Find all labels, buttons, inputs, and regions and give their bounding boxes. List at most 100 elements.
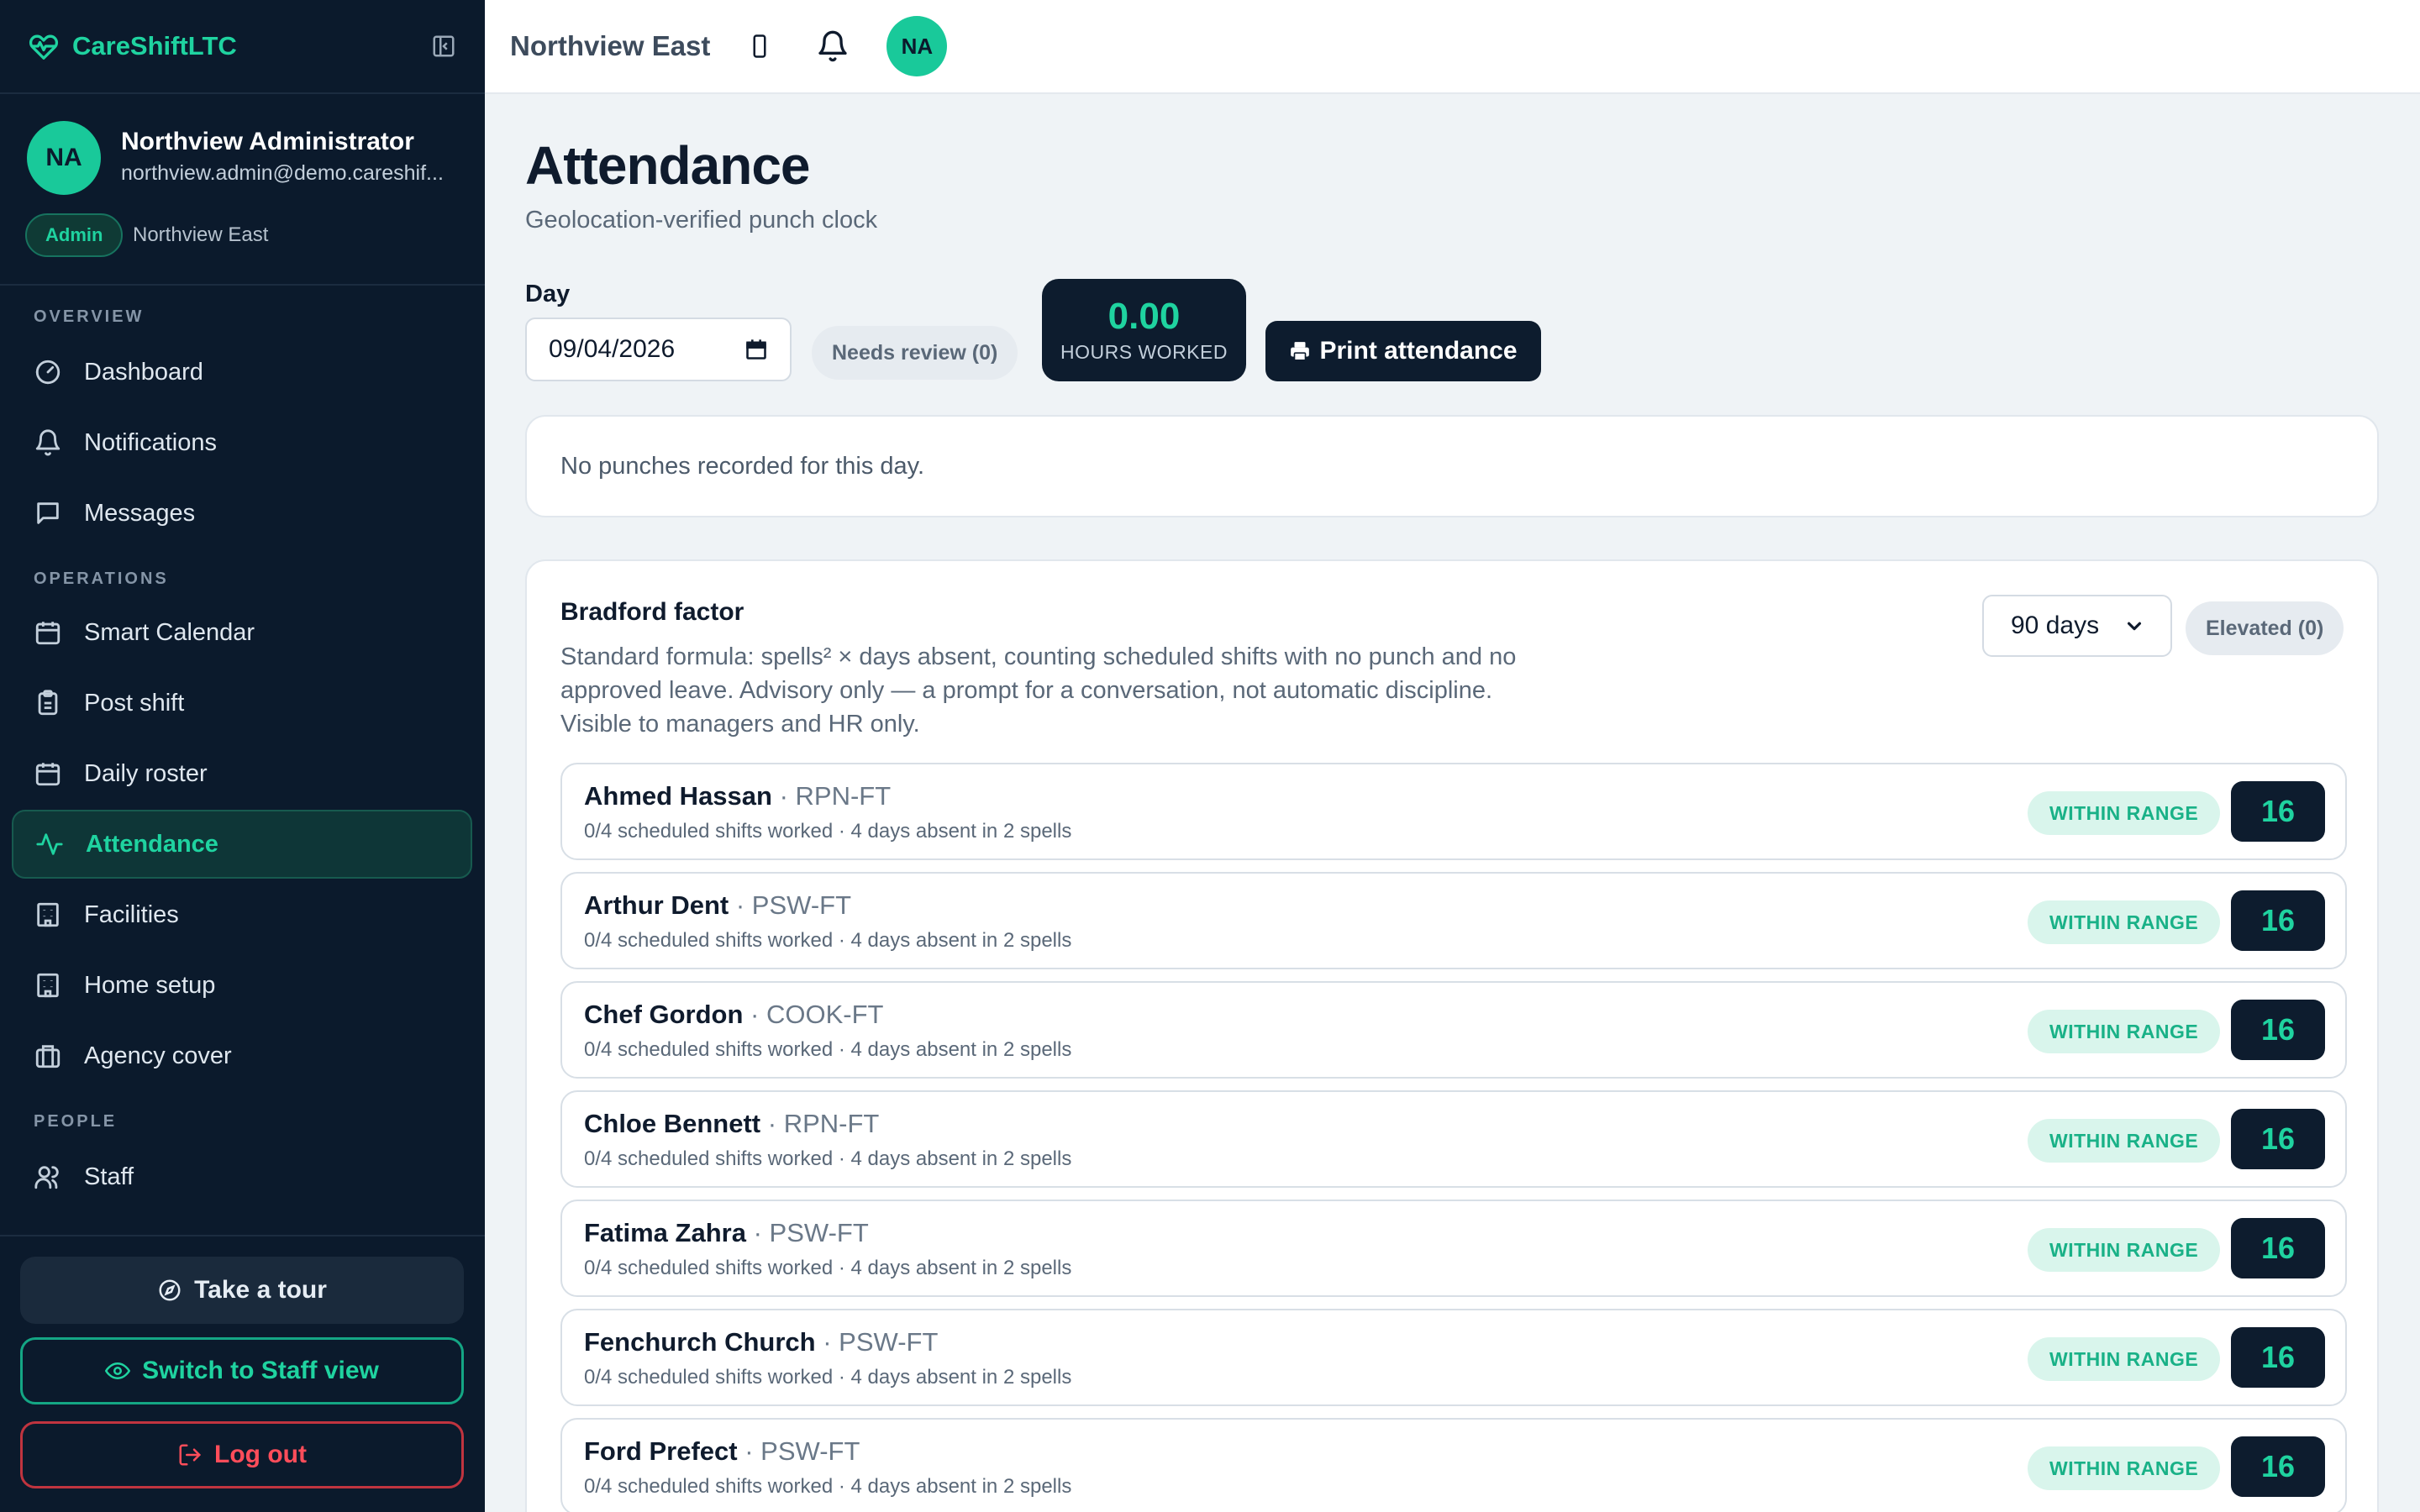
- table-row[interactable]: Ahmed Hassan · RPN-FT 0/4 scheduled shif…: [560, 763, 2347, 860]
- bell-icon[interactable]: [816, 29, 850, 63]
- sidebar-item-label: Smart Calendar: [84, 618, 255, 646]
- sidebar-item-agency-cover[interactable]: Agency cover: [12, 1021, 472, 1090]
- sidebar: CareShiftLTC NA Northview Administrator …: [0, 0, 485, 1512]
- sidebar-collapse-icon[interactable]: [431, 34, 456, 59]
- table-row[interactable]: Arthur Dent · PSW-FT 0/4 scheduled shift…: [560, 872, 2347, 969]
- day-date-input[interactable]: 09/04/2026: [525, 318, 792, 381]
- day-label: Day: [525, 281, 571, 307]
- section-operations: OPERATIONS: [34, 570, 169, 588]
- table-row[interactable]: Chef Gordon · COOK-FT 0/4 scheduled shif…: [560, 981, 2347, 1079]
- employee-role: PSW-FT: [760, 1436, 860, 1466]
- calendar-icon[interactable]: [744, 338, 768, 361]
- bradford-score: 16: [2231, 781, 2325, 842]
- sidebar-item-staff[interactable]: Staff: [12, 1142, 472, 1211]
- hours-worked-stat: 0.00 HOURS WORKED: [1042, 279, 1246, 381]
- user-avatar[interactable]: NA: [886, 16, 948, 76]
- profile-email: northview.admin@demo.careshif...: [121, 161, 444, 185]
- sidebar-item-post-shift[interactable]: Post shift: [12, 669, 472, 738]
- sidebar-item-facilities[interactable]: Facilities: [12, 880, 472, 949]
- print-attendance-button[interactable]: Print attendance: [1265, 321, 1541, 381]
- needs-review-badge[interactable]: Needs review (0): [812, 326, 1018, 380]
- calendar-icon: [35, 763, 60, 786]
- status-badge: WITHIN RANGE: [2028, 1119, 2221, 1163]
- status-badge: WITHIN RANGE: [2028, 1010, 2221, 1053]
- employee-role: PSW-FT: [839, 1327, 939, 1357]
- section-overview: OVERVIEW: [34, 307, 145, 326]
- sidebar-item-dashboard[interactable]: Dashboard: [12, 338, 472, 407]
- sidebar-item-label: Home setup: [84, 971, 216, 999]
- status-badge: WITHIN RANGE: [2028, 791, 2221, 835]
- employee-role: COOK-FT: [765, 1000, 884, 1029]
- employee-role: PSW-FT: [769, 1218, 869, 1247]
- sidebar-item-label: Messages: [84, 499, 196, 527]
- divider: [0, 1235, 485, 1236]
- page-subtitle: Geolocation-verified punch clock: [525, 207, 878, 234]
- no-punches-message: No punches recorded for this day.: [560, 452, 925, 480]
- clipboard-icon: [38, 690, 58, 716]
- absence-summary: 0/4 scheduled shifts worked · 4 days abs…: [584, 1038, 1072, 1061]
- logout-label: Log out: [214, 1441, 307, 1468]
- sidebar-item-notifications[interactable]: Notifications: [12, 408, 472, 477]
- gauge-icon: [35, 360, 60, 385]
- app-name: CareShiftLTC: [72, 31, 237, 60]
- phone-icon[interactable]: [749, 34, 771, 59]
- table-row[interactable]: Ford Prefect · PSW-FT 0/4 scheduled shif…: [560, 1418, 2347, 1512]
- divider: [0, 284, 485, 286]
- employee-name-role: Fatima Zahra · PSW-FT: [584, 1218, 869, 1247]
- employee-name-role: Chef Gordon · COOK-FT: [584, 1000, 884, 1029]
- absence-summary: 0/4 scheduled shifts worked · 4 days abs…: [584, 1475, 1072, 1498]
- sidebar-item-label: Facilities: [84, 900, 179, 928]
- brand-bar: CareShiftLTC: [0, 0, 485, 94]
- eye-icon: [105, 1362, 131, 1380]
- current-facility[interactable]: Northview East: [510, 30, 710, 62]
- sidebar-item-daily-roster[interactable]: Daily roster: [12, 739, 472, 808]
- switch-staff-view-button[interactable]: Switch to Staff view: [20, 1337, 464, 1404]
- absence-summary: 0/4 scheduled shifts worked · 4 days abs…: [584, 1257, 1072, 1279]
- message-icon: [37, 502, 59, 524]
- period-select[interactable]: 90 days: [1982, 595, 2172, 657]
- table-row[interactable]: Fatima Zahra · PSW-FT 0/4 scheduled shif…: [560, 1200, 2347, 1297]
- bell-icon: [35, 429, 60, 456]
- users-icon: [34, 1166, 59, 1189]
- sidebar-item-label: Dashboard: [84, 358, 203, 386]
- sidebar-item-attendance[interactable]: Attendance: [12, 810, 472, 879]
- table-row[interactable]: Fenchurch Church · PSW-FT 0/4 scheduled …: [560, 1309, 2347, 1406]
- profile-facility: Northview East: [133, 223, 269, 246]
- bradford-score: 16: [2231, 1218, 2325, 1278]
- bradford-factor-card: Bradford factor Standard formula: spells…: [525, 559, 2379, 1512]
- take-tour-button[interactable]: Take a tour: [20, 1257, 464, 1324]
- sidebar-item-label: Attendance: [86, 830, 218, 858]
- period-value: 90 days: [2011, 612, 2100, 639]
- elevated-badge[interactable]: Elevated (0): [2186, 601, 2344, 655]
- profile-name: Northview Administrator: [121, 128, 414, 155]
- sidebar-item-smart-calendar[interactable]: Smart Calendar: [12, 598, 472, 667]
- employee-name: Ford Prefect: [584, 1436, 738, 1466]
- sidebar-item-messages[interactable]: Messages: [12, 479, 472, 548]
- sidebar-item-label: Notifications: [84, 428, 217, 456]
- building-icon: [37, 902, 59, 927]
- compass-icon: [159, 1279, 181, 1301]
- table-row[interactable]: Chloe Bennett · RPN-FT 0/4 scheduled shi…: [560, 1090, 2347, 1188]
- bradford-score: 16: [2231, 1109, 2325, 1169]
- employee-role: RPN-FT: [795, 781, 892, 811]
- section-people: PEOPLE: [34, 1112, 118, 1131]
- absence-summary: 0/4 scheduled shifts worked · 4 days abs…: [584, 820, 1072, 843]
- absence-summary: 0/4 scheduled shifts worked · 4 days abs…: [584, 929, 1072, 952]
- building-icon: [37, 973, 59, 998]
- role-badge: Admin: [25, 213, 124, 257]
- calendar-icon: [35, 622, 60, 645]
- punches-card: No punches recorded for this day.: [525, 415, 2379, 517]
- logout-button[interactable]: Log out: [20, 1421, 464, 1488]
- bradford-score: 16: [2231, 1327, 2325, 1388]
- employee-role: PSW-FT: [751, 890, 852, 920]
- sidebar-item-home-setup[interactable]: Home setup: [12, 951, 472, 1020]
- bradford-score: 16: [2231, 1436, 2325, 1497]
- print-label: Print attendance: [1319, 337, 1518, 365]
- top-bar: Northview East NA: [485, 0, 2420, 94]
- employee-name: Chef Gordon: [584, 1000, 744, 1029]
- status-badge: WITHIN RANGE: [2028, 900, 2221, 944]
- profile-avatar[interactable]: NA: [27, 121, 101, 195]
- sidebar-item-label: Agency cover: [84, 1042, 232, 1069]
- employee-name-role: Ahmed Hassan · RPN-FT: [584, 781, 892, 811]
- bradford-title: Bradford factor: [560, 598, 744, 626]
